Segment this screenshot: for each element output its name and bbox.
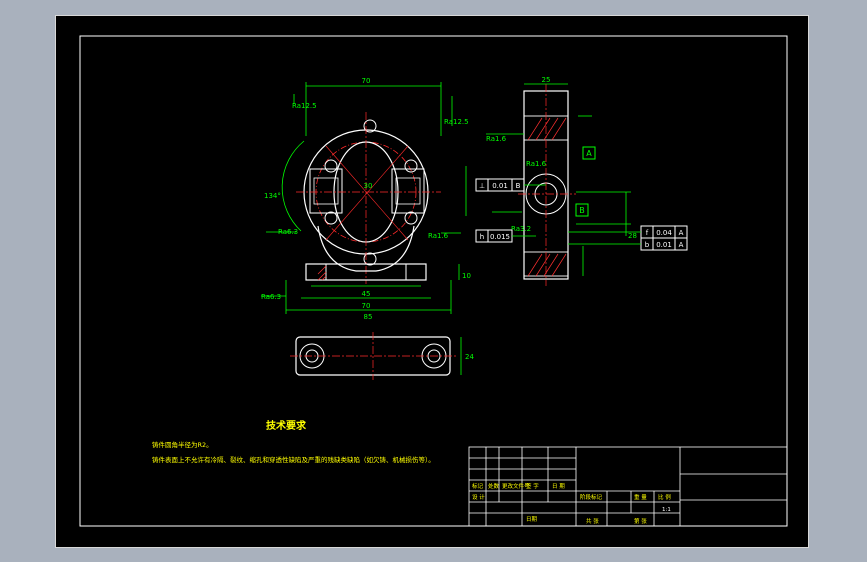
svg-text:1:1: 1:1 (662, 507, 671, 513)
ra-label-1: Ra6.3 (278, 228, 298, 236)
svg-text:日 期: 日 期 (552, 483, 565, 490)
ra-label-7: Ra1.6 (526, 160, 547, 168)
tolerance-frame-2: h 0.015 (475, 229, 513, 243)
svg-text:签 字: 签 字 (526, 482, 539, 490)
front-view (296, 112, 441, 284)
dim-45: 45 (362, 290, 371, 298)
svg-text:日期: 日期 (526, 516, 538, 523)
svg-text:B: B (579, 206, 585, 215)
dim-angle: 134° (264, 192, 281, 200)
svg-text:0.04: 0.04 (656, 229, 672, 237)
dim-70-base: 70 (362, 302, 371, 310)
cad-viewport[interactable]: 70 45 70 85 10 134° 30 Ra6.3 Ra6.3 Ra12.… (55, 15, 809, 548)
svg-text:⊥: ⊥ (479, 182, 485, 190)
svg-text:重 量: 重 量 (634, 493, 647, 501)
svg-text:阶段标记: 阶段标记 (580, 493, 603, 501)
svg-text:标记: 标记 (472, 482, 484, 490)
svg-text:0.015: 0.015 (490, 233, 510, 241)
front-view-dimensions (261, 82, 467, 314)
dim-70-top: 70 (362, 77, 371, 85)
svg-text:A: A (679, 229, 684, 237)
svg-text:h: h (480, 233, 484, 241)
svg-text:比 例: 比 例 (658, 493, 671, 501)
side-view-dim-text: 25 28 Ra1.6 Ra1.6 Ra3.2 (486, 76, 637, 240)
svg-text:B: B (516, 182, 521, 190)
dim-24: 24 (465, 353, 474, 361)
tech-heading: 技术要求 (266, 419, 307, 432)
svg-text:处数: 处数 (488, 482, 500, 490)
svg-text:第 张: 第 张 (634, 517, 647, 525)
ra-label-6: Ra1.6 (486, 135, 507, 143)
dim-30: 30 (364, 182, 373, 190)
tolerance-frame-4: b 0.01 A (640, 237, 688, 251)
plan-view: 24 (290, 332, 474, 380)
drawing-frame (79, 35, 788, 527)
ra-label-8: Ra3.2 (511, 225, 531, 233)
dim-10: 10 (462, 272, 471, 280)
ra-label-2: Ra6.3 (261, 293, 281, 301)
svg-text:b: b (645, 241, 650, 249)
side-view-dimensions (486, 83, 631, 276)
svg-text:A: A (679, 241, 684, 249)
title-block-text: 标记 处数 更改文件号 签 字 日 期 设 计 日期 阶段标记 重 量 比 例 … (472, 482, 671, 525)
datum-a: A (582, 146, 596, 160)
datum-b: B (575, 203, 589, 217)
svg-text:0.01: 0.01 (656, 241, 672, 249)
svg-text:f: f (646, 229, 649, 237)
ra-label-3: Ra12.5 (444, 118, 469, 126)
dim-28: 28 (628, 232, 637, 240)
tech-line-1: 铸件圆角半径为R2。 (152, 440, 213, 449)
engineering-drawing: 70 45 70 85 10 134° 30 Ra6.3 Ra6.3 Ra12.… (79, 35, 788, 527)
dim-25: 25 (542, 76, 551, 84)
dim-85: 85 (364, 313, 373, 321)
tolerance-frame-3: f 0.04 A (640, 225, 688, 239)
svg-text:共 张: 共 张 (586, 517, 599, 525)
tolerance-frame-1: ⊥ 0.01 B (475, 178, 525, 192)
ra-label-5: Ra1.6 (428, 232, 449, 240)
svg-text:A: A (586, 149, 592, 158)
svg-text:设 计: 设 计 (472, 493, 485, 501)
tech-requirements: 技术要求 铸件圆角半径为R2。 铸件表面上不允许有冷隔、裂纹、缩孔和穿透性缺陷及… (152, 419, 435, 464)
ra-label-4: Ra12.5 (292, 102, 317, 110)
svg-text:0.01: 0.01 (492, 182, 508, 190)
tech-line-2: 铸件表面上不允许有冷隔、裂纹、缩孔和穿透性缺陷及严重的残缺类缺陷（如欠铸、机械损… (152, 455, 435, 464)
